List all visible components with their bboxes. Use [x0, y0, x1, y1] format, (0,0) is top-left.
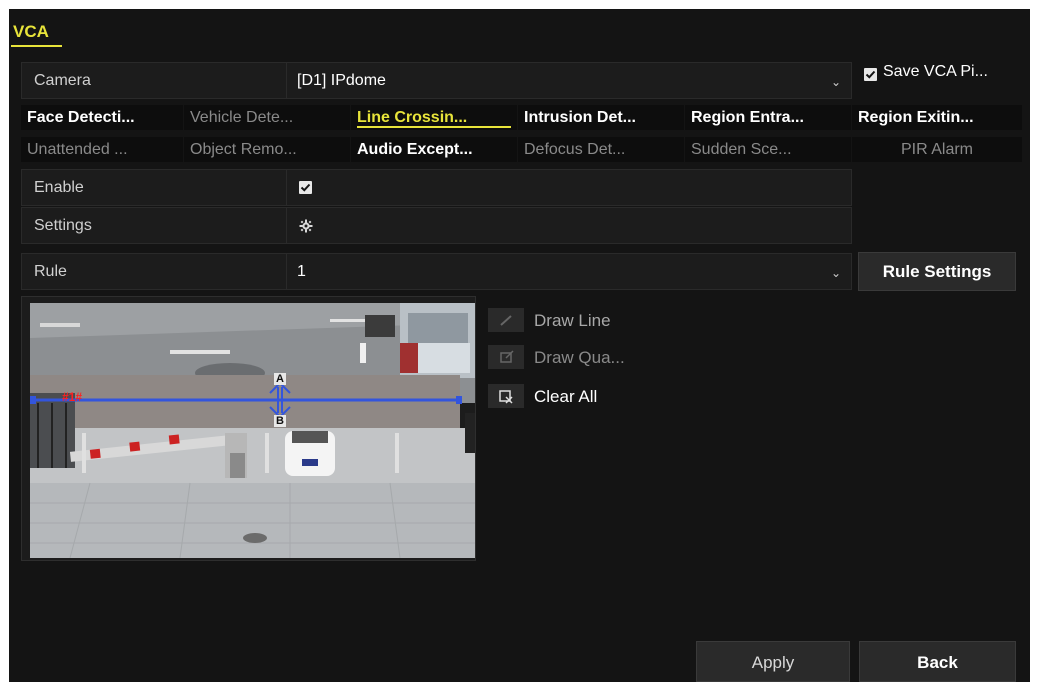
rule-row: Rule 1 ⌄ — [21, 253, 852, 290]
draw-quad-label: Draw Qua... — [534, 348, 625, 367]
tab-label: Face Detecti... — [27, 109, 135, 126]
clear-icon — [488, 384, 524, 408]
side-b-label: B — [274, 415, 286, 427]
camera-row: Camera [D1] IPdome ⌄ — [21, 62, 852, 99]
settings-label: Settings — [34, 217, 92, 234]
rule-label: Rule — [34, 263, 67, 280]
back-label: Back — [917, 653, 958, 672]
camera-preview[interactable]: #1# A B — [21, 296, 476, 561]
apply-button[interactable]: Apply — [696, 641, 850, 682]
enable-row: Enable — [21, 169, 852, 206]
settings-field — [286, 208, 851, 243]
rule-settings-button[interactable]: Rule Settings — [858, 252, 1016, 291]
rule-select[interactable]: 1 ⌄ — [286, 254, 851, 289]
tab-region-entrance[interactable]: Region Entra... — [685, 105, 851, 130]
draw-line-label: Draw Line — [534, 311, 611, 330]
rule-settings-label: Rule Settings — [882, 262, 992, 281]
enable-label: Enable — [34, 179, 84, 196]
tab-pir-alarm[interactable]: PIR Alarm — [852, 137, 1022, 162]
camera-label: Camera — [34, 72, 91, 89]
tab-sudden-scene-change[interactable]: Sudden Sce... — [685, 137, 851, 162]
tab-label: Line Crossin... — [357, 109, 468, 126]
apply-label: Apply — [751, 653, 795, 672]
tab-line-crossing[interactable]: Line Crossin... — [351, 105, 517, 130]
side-a-label: A — [274, 373, 286, 385]
tab-region-exiting[interactable]: Region Exitin... — [852, 105, 1022, 130]
tab-label: Defocus Det... — [524, 141, 626, 158]
tab-unattended-baggage[interactable]: Unattended ... — [21, 137, 183, 162]
title-underline — [11, 45, 62, 47]
gear-icon[interactable] — [299, 219, 313, 233]
tab-label: PIR Alarm — [900, 141, 973, 158]
tab-label: Vehicle Dete... — [190, 109, 294, 126]
tab-audio-exception[interactable]: Audio Except... — [351, 137, 517, 162]
clear-all-label: Clear All — [534, 387, 598, 406]
pencil-icon — [488, 308, 524, 332]
back-button[interactable]: Back — [859, 641, 1016, 682]
tab-label: Object Remo... — [190, 141, 297, 158]
tab-label: Region Entra... — [691, 109, 804, 126]
enable-field — [286, 170, 851, 205]
enable-checkbox[interactable] — [299, 181, 312, 194]
live-view-image — [30, 303, 475, 558]
chevron-down-icon: ⌄ — [830, 75, 841, 89]
tab-label: Unattended ... — [27, 141, 128, 158]
edit-icon — [488, 345, 524, 369]
chevron-down-icon: ⌄ — [830, 266, 841, 280]
tab-label: Audio Except... — [357, 141, 473, 158]
camera-select[interactable]: [D1] IPdome ⌄ — [286, 63, 851, 98]
camera-value: [D1] IPdome — [297, 72, 386, 89]
line-id-label: #1# — [62, 390, 83, 404]
page-title[interactable]: VCA — [13, 22, 49, 42]
tab-defocus-detection[interactable]: Defocus Det... — [518, 137, 684, 162]
tab-label: Region Exitin... — [858, 109, 974, 126]
tab-face-detection[interactable]: Face Detecti... — [21, 105, 183, 130]
tab-label: Intrusion Det... — [524, 109, 636, 126]
tab-vehicle-detection[interactable]: Vehicle Dete... — [184, 105, 350, 130]
tab-object-removal[interactable]: Object Remo... — [184, 137, 350, 162]
save-vca-label: Save VCA Pi... — [883, 63, 988, 80]
tab-intrusion-detection[interactable]: Intrusion Det... — [518, 105, 684, 130]
settings-row: Settings — [21, 207, 852, 244]
checkbox-icon — [864, 68, 877, 81]
tab-label: Sudden Sce... — [691, 141, 792, 158]
save-vca-checkbox[interactable] — [864, 68, 878, 82]
rule-value: 1 — [297, 263, 306, 280]
